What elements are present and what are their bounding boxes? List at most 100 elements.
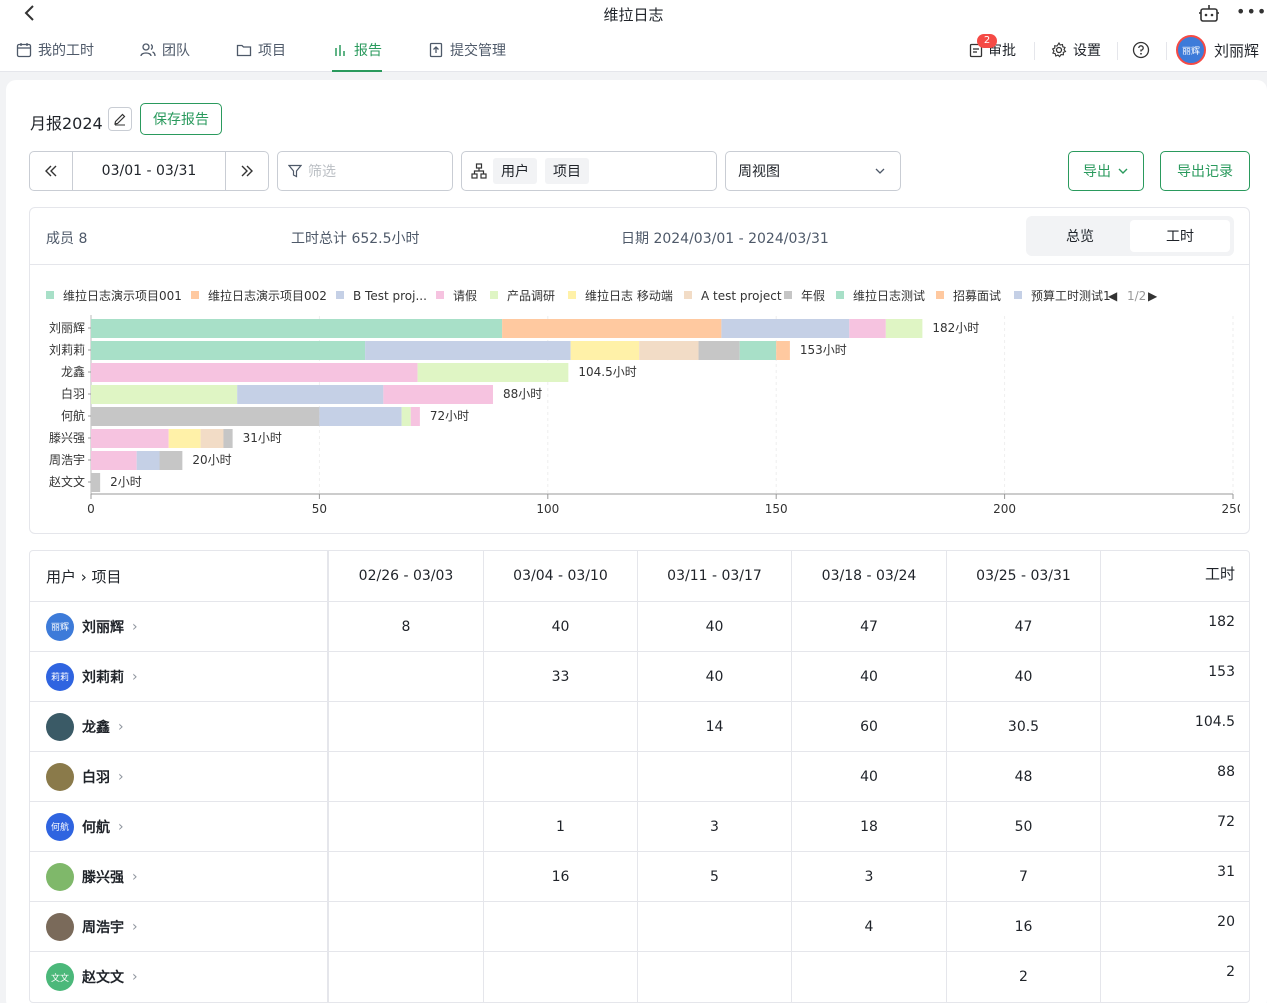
legend-label: 预算工时测试1 [1031,288,1111,303]
legend-swatch [336,291,344,299]
member-count: 成员 8 [46,231,88,247]
user-name: 周浩宇 [82,919,124,936]
tab-my-hours[interactable]: 我的工时 [16,28,94,72]
robot-icon[interactable] [1198,3,1220,23]
user-cell[interactable]: 莉莉 刘莉莉 › [30,652,329,701]
y-tick-label: 周浩宇 [49,453,85,467]
bar-segment [849,319,886,338]
week-cell: 4 [792,902,947,951]
week-cell: 40 [484,602,638,651]
tab-label: 提交管理 [450,43,506,59]
tab-report[interactable]: 报告 [332,28,382,72]
week-cell: 40 [947,652,1101,701]
date-range-value[interactable]: 03/01 - 03/31 [72,152,226,190]
bar-segment [91,341,366,360]
header-total: 工时 [1204,565,1235,583]
x-tick-label: 250 [1222,502,1240,516]
user-cell[interactable]: 丽辉 刘丽辉 › [30,602,329,651]
week-cell: 3 [792,852,947,901]
prev-period-button[interactable] [30,152,72,190]
group-by-selector[interactable]: 用户 项目 [461,151,717,191]
table-row[interactable]: 周浩宇 › 4 16 20 [30,902,1249,952]
toggle-overview[interactable]: 总览 [1030,220,1130,252]
avatar: 何航 [46,812,74,841]
table-row[interactable]: 白羽 › 40 48 88 [30,752,1249,802]
toggle-hours[interactable]: 工时 [1130,220,1230,252]
week-cell: 30.5 [947,702,1101,751]
help-icon[interactable] [1132,28,1150,72]
user-menu[interactable]: 丽辉 刘丽辉 [1176,28,1259,72]
calendar-icon [16,43,32,58]
table-row[interactable]: 龙鑫 › 14 60 30.5 104.5 [30,702,1249,752]
chevron-right-icon[interactable]: › [132,669,138,685]
view-select[interactable]: 周视图 [725,151,901,191]
table-row[interactable]: 何航 何航 › 1 3 18 50 72 [30,802,1249,852]
user-cell[interactable]: 何航 何航 › [30,802,329,851]
export-button[interactable]: 导出 [1068,151,1144,191]
legend-label: 维拉日志测试 [853,288,925,303]
edit-name-button[interactable] [108,107,132,131]
bar-segment [502,319,722,338]
user-cell[interactable]: 白羽 › [30,752,329,801]
legend-label: 产品调研 [507,289,555,303]
table-row[interactable]: 莉莉 刘莉莉 › 33 40 40 40 153 [30,652,1249,702]
user-cell[interactable]: 周浩宇 › [30,902,329,951]
group-chip-user[interactable]: 用户 [493,158,537,184]
next-period-button[interactable] [226,152,268,190]
chart-icon [335,45,345,56]
y-tick-label: 龙鑫 [61,364,85,379]
export-log-button[interactable]: 导出记录 [1160,151,1250,191]
week-cell [329,752,484,801]
week-cell [484,752,638,801]
bar-segment [410,407,420,426]
chevron-right-icon[interactable]: › [118,719,124,735]
window-title: 维拉日志 [603,6,664,24]
settings-button[interactable]: 设置 [1051,28,1101,72]
chevron-right-icon[interactable]: › [132,619,138,635]
avatar: 丽辉 [46,612,74,641]
header-week-4: 03/18 - 03/24 [792,551,947,601]
user-cell[interactable]: 文文 赵文文 › [30,952,329,1002]
gear-icon [1051,42,1067,58]
x-tick-label: 0 [87,502,95,516]
legend-swatch [46,291,54,299]
tab-project[interactable]: 项目 [236,28,286,72]
data-label: 20小时 [192,453,231,467]
x-tick-label: 150 [765,502,788,516]
chevron-right-icon[interactable]: › [118,769,124,785]
save-report-button[interactable]: 保存报告 [140,103,222,135]
chevron-right-icon[interactable]: › [132,969,138,985]
view-value: 周视图 [738,164,780,180]
table-row[interactable]: 丽辉 刘丽辉 › 8 40 40 47 47 182 [30,602,1249,652]
chevron-right-icon[interactable]: › [132,869,138,885]
table-row[interactable]: 文文 赵文文 › 2 2 [30,952,1249,1002]
group-chip-project[interactable]: 项目 [545,158,589,184]
y-tick-label: 白羽 [61,386,85,401]
user-cell[interactable]: 滕兴强 › [30,852,329,901]
week-cell [329,952,484,1002]
tab-team[interactable]: 团队 [140,28,190,72]
user-cell[interactable]: 龙鑫 › [30,702,329,751]
filter-input[interactable]: 筛选 [277,151,453,191]
week-cell: 18 [792,802,947,851]
x-tick-label: 50 [312,502,327,516]
chevron-right-icon[interactable]: › [132,919,138,935]
submit-icon [429,42,443,58]
bar-segment [319,407,402,426]
legend-next-icon[interactable]: ▶ [1148,289,1158,303]
week-cell: 8 [329,602,484,651]
week-cell [792,952,947,1002]
data-label: 153小时 [800,343,847,357]
header-user-project: 用户 › 项目 [30,551,329,601]
week-cell [484,902,638,951]
table-header-row: 用户 › 项目 02/26 - 03/03 03/04 - 03/10 03/1… [30,551,1249,602]
legend-page: 1/2 [1127,289,1146,303]
chevron-right-icon[interactable]: › [118,819,124,835]
legend-prev-icon[interactable]: ◀ [1108,289,1118,303]
week-cell: 2 [947,952,1101,1002]
divider [1034,42,1035,60]
tab-submit-manage[interactable]: 提交管理 [428,28,506,72]
table-row[interactable]: 滕兴强 › 16 5 3 7 31 [30,852,1249,902]
legend-label: B Test proj... [353,289,427,303]
more-icon[interactable]: ••• [1236,2,1267,21]
